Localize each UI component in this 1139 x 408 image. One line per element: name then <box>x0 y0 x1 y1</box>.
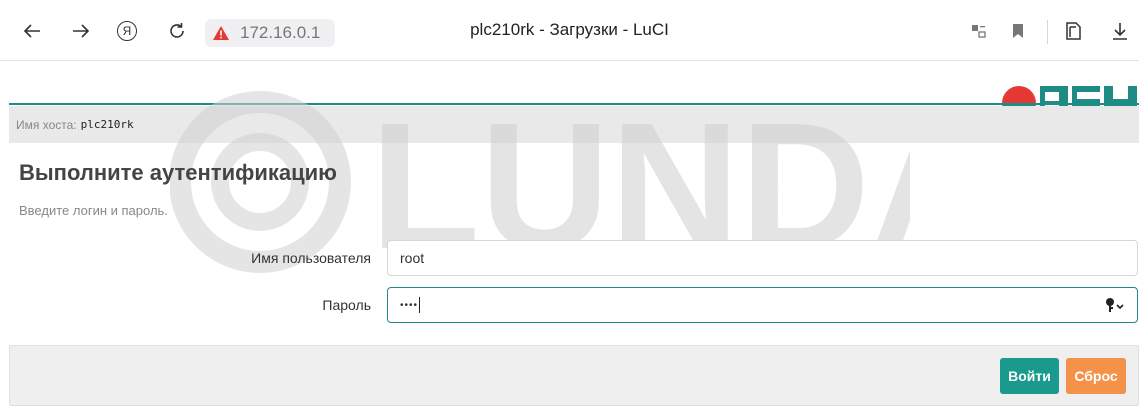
password-field[interactable]: •••• <box>387 287 1138 323</box>
password-key-icon[interactable] <box>1105 297 1125 313</box>
username-value: root <box>400 250 425 266</box>
browser-toolbar: Я 172.16.0.1 plc210rk - Загрузки - LuCI <box>0 0 1139 61</box>
text-caret <box>419 297 421 313</box>
page-title: Выполните аутентификацию <box>19 160 337 185</box>
form-actions: Войти Сброс <box>9 345 1139 406</box>
hostname-label: Имя хоста: <box>16 117 77 132</box>
luci-header <box>9 61 1139 120</box>
download-icon[interactable] <box>1105 16 1135 46</box>
collections-icon[interactable] <box>1058 16 1088 46</box>
hostname-bar: Имя хоста: plc210rk <box>9 106 1139 143</box>
username-field[interactable]: root <box>387 240 1138 276</box>
reset-button[interactable]: Сброс <box>1066 358 1126 394</box>
hostname-value: plc210rk <box>80 118 134 131</box>
password-value: •••• <box>400 299 419 311</box>
bookmark-icon[interactable] <box>1003 16 1033 46</box>
username-label: Имя пользователя <box>251 250 371 266</box>
translate-icon[interactable] <box>964 16 994 46</box>
page-subtitle: Введите логин и пароль. <box>19 203 168 218</box>
login-button[interactable]: Войти <box>1000 358 1059 394</box>
toolbar-divider <box>1047 20 1048 44</box>
password-label: Пароль <box>322 297 371 313</box>
